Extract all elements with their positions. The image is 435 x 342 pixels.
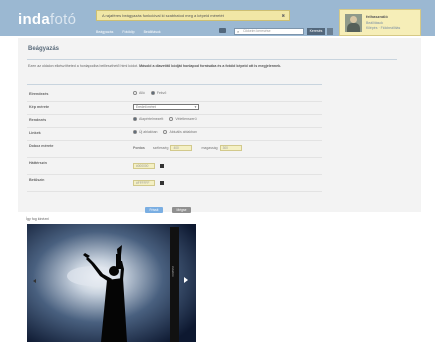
bg-color-swatch[interactable]	[160, 164, 164, 168]
extra-search-icon[interactable]	[327, 28, 333, 35]
links-current-window-option[interactable]: Aktuális ablakban	[163, 130, 197, 134]
form-row-image-size: Kép mérete Eredeti méret ▼	[27, 102, 322, 115]
nav-item-embed[interactable]: Beágyazás	[96, 30, 113, 34]
next-arrow-icon[interactable]	[184, 277, 188, 283]
intro-divider	[27, 84, 322, 85]
width-label: szélesség	[152, 146, 169, 150]
camera-icon[interactable]	[219, 28, 226, 33]
notice-banner: A rajaféres beágyazás funkcióval ki szab…	[96, 10, 290, 21]
radio-checked-icon	[133, 117, 137, 121]
font-color-label: Betűszín	[29, 178, 45, 182]
logo-sub-text: fotó	[50, 11, 77, 28]
radio-icon	[169, 117, 174, 121]
image-size-label: Kép mérete	[29, 105, 50, 109]
bg-color-input[interactable]: #000000	[133, 163, 155, 169]
radio-icon	[163, 130, 168, 134]
user-name[interactable]: felhasználó	[366, 14, 388, 19]
slideshow-sidebar	[170, 227, 179, 342]
box-size-label: Doboz mérete	[29, 144, 54, 148]
font-color-input[interactable]: #FFFFFF	[133, 180, 155, 186]
slideshow-sidebar-text: indafotó	[171, 266, 175, 277]
image-size-select[interactable]: Eredeti méret ▼	[133, 104, 199, 110]
form-row-order: Rendezés Alapértelmezett Véletlenszerű	[27, 115, 322, 128]
layout-portrait-option[interactable]: Alló	[133, 91, 145, 95]
bg-color-label: Háttérszín	[29, 161, 47, 165]
title-divider	[27, 59, 397, 60]
search-placeholder: Cikkeim keresése	[243, 29, 271, 33]
indafoto-logo[interactable]: indafotó	[18, 11, 76, 28]
intro-text: Ezen az oldalon elkészítheted a honlapod…	[28, 64, 398, 69]
height-label: magasság	[201, 146, 218, 150]
height-input[interactable]: 300	[219, 145, 242, 151]
notice-close-icon[interactable]: ✖	[282, 11, 285, 20]
user-box: felhasználó Beállítások Kilépés · Fiókbe…	[339, 9, 421, 36]
search-button[interactable]: Keresés	[307, 28, 325, 35]
links-label: Linkek	[29, 131, 41, 135]
intro-bold-text: Másold a diavetítő kódját honlapod forrá…	[139, 64, 282, 68]
intro-plain-text: Ezen az oldalon elkészítheted a honlapod…	[28, 64, 140, 68]
font-color-swatch[interactable]	[160, 181, 164, 185]
form-row-font-color: Betűszín #FFFFFF	[27, 175, 322, 192]
order-random-option[interactable]: Véletlenszerű	[169, 117, 197, 121]
chevron-down-icon: ▼	[194, 105, 197, 109]
cancel-button[interactable]: Mégse	[172, 207, 191, 213]
nav-item-fotoklip[interactable]: Fotóklip	[122, 30, 134, 34]
main-nav: Beágyazás Fotóklip Beállítások	[96, 30, 169, 34]
width-input[interactable]: 400	[170, 145, 193, 151]
prev-arrow-icon[interactable]	[33, 279, 36, 283]
update-button[interactable]: Frissít	[145, 207, 163, 213]
preview-label: Így fog kinézni	[26, 217, 49, 221]
embed-settings-form: Elrendezés Alló Fekvő Kép mérete Eredeti…	[27, 89, 322, 192]
form-row-links: Linkek Új ablakban Aktuális ablakban	[27, 128, 322, 141]
search-icon: ⌕	[237, 29, 240, 34]
page-title: Beágyazás	[28, 46, 60, 52]
links-new-window-option[interactable]: Új ablakban	[133, 130, 157, 134]
user-avatar-icon[interactable]	[345, 14, 362, 32]
user-logout-link[interactable]: Kilépés · Fiókbeállítás	[366, 26, 400, 30]
form-row-layout: Elrendezés Alló Fekvő	[27, 89, 322, 102]
order-label: Rendezés	[29, 118, 47, 122]
notice-text: A rajaféres beágyazás funkcióval ki szab…	[102, 13, 224, 18]
search-input[interactable]: ⌕ Cikkeim keresése	[234, 28, 304, 35]
order-default-option[interactable]: Alapértelmezett	[133, 117, 163, 121]
layout-landscape-option[interactable]: Fekvő	[150, 91, 166, 95]
radio-checked-icon	[133, 130, 137, 134]
radio-checked-icon	[150, 91, 155, 95]
logo-main-text: inda	[18, 11, 51, 28]
box-size-mode: Pontos	[133, 146, 145, 150]
layout-label: Elrendezés	[29, 92, 49, 96]
form-row-box-size: Doboz mérete Pontos szélesség 400 magass…	[27, 141, 322, 158]
nav-item-settings[interactable]: Beállítások	[144, 30, 161, 34]
form-row-bg-color: Háttérszín #000000	[27, 158, 322, 175]
user-settings-link[interactable]: Beállítások	[366, 21, 383, 25]
radio-icon	[133, 91, 137, 95]
